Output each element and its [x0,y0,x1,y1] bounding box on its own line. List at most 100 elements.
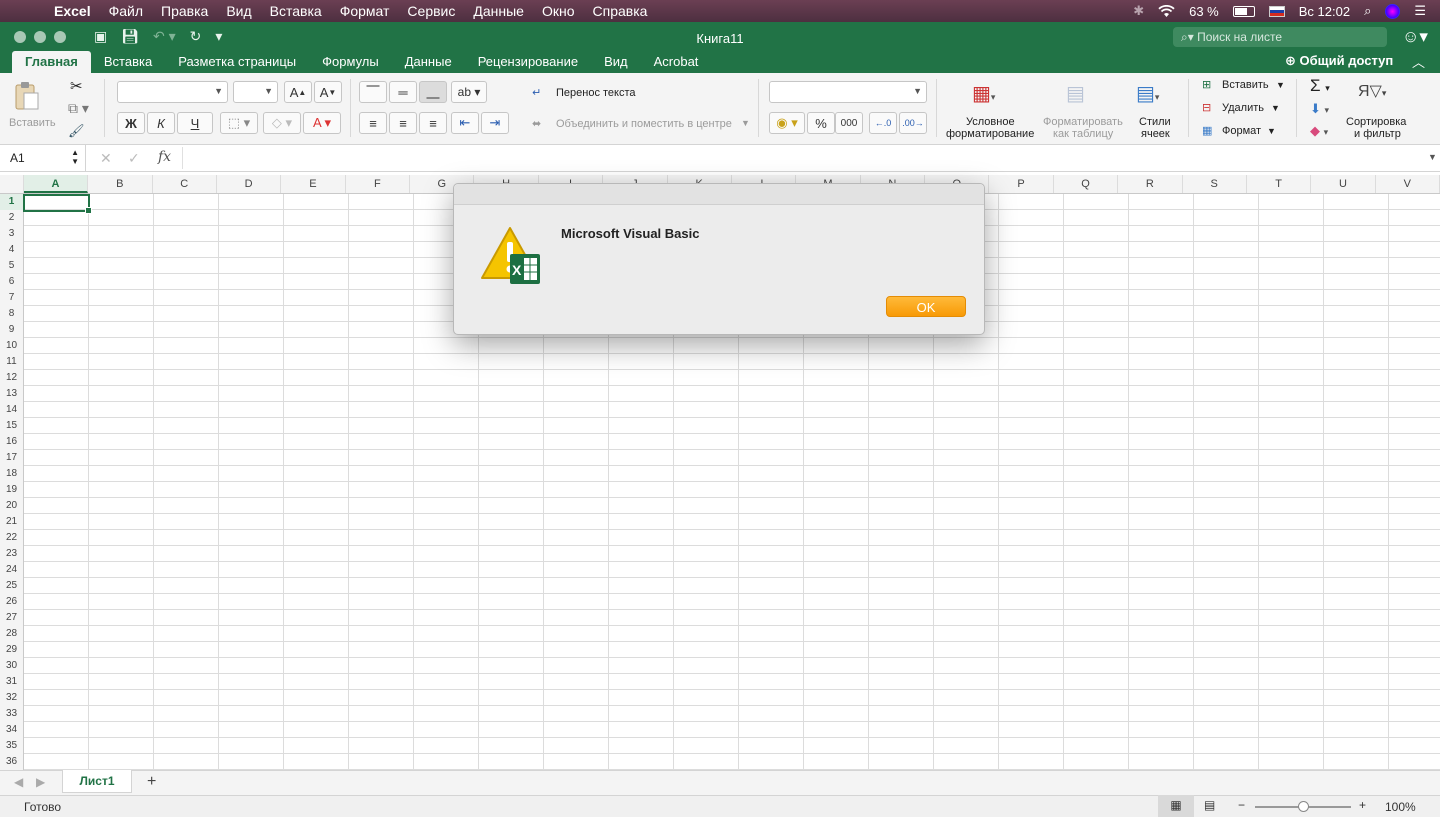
align-middle-button[interactable]: ═ [389,81,417,103]
wrap-text-button[interactable]: Перенос текста [556,87,636,99]
row-header-15[interactable]: 15 [0,418,23,434]
row-header-18[interactable]: 18 [0,466,23,482]
orientation-button[interactable]: ab ▾ [451,81,487,103]
menu-window[interactable]: Окно [533,3,584,19]
row-header-13[interactable]: 13 [0,386,23,402]
row-header-35[interactable]: 35 [0,738,23,754]
format-as-table-label-1[interactable]: Форматировать [1043,116,1123,128]
row-header-16[interactable]: 16 [0,434,23,450]
zoom-out-icon[interactable]: − [1238,798,1245,812]
row-header-2[interactable]: 2 [0,210,23,226]
align-bottom-button[interactable]: ⎽ [419,81,447,103]
format-cells-icon[interactable]: ▦ [1202,124,1212,137]
row-header-6[interactable]: 6 [0,274,23,290]
scroll-sheets-right-icon[interactable]: ▶ [36,775,45,789]
row-header-9[interactable]: 9 [0,322,23,338]
select-all-corner[interactable] [0,175,24,193]
column-header-v[interactable]: V [1376,175,1440,193]
zoom-in-icon[interactable]: + [1359,798,1366,812]
menu-data[interactable]: Данные [464,3,533,19]
menu-edit[interactable]: Правка [152,3,217,19]
percent-style-button[interactable]: % [807,112,835,134]
tab-insert[interactable]: Вставка [91,51,165,73]
menu-file[interactable]: Файл [100,3,152,19]
row-header-25[interactable]: 25 [0,578,23,594]
increase-decimal-button[interactable]: ←.0 [869,112,897,134]
delete-cells-button[interactable]: Удалить [1222,102,1264,114]
stepper-icon[interactable]: ▲ ▼ [71,148,79,166]
spotlight-search-icon[interactable]: ⌕ [1364,3,1371,19]
add-sheet-button[interactable]: + [147,773,156,791]
expand-formula-icon[interactable]: ▼ [1428,152,1437,162]
row-header-31[interactable]: 31 [0,674,23,690]
align-center-button[interactable]: ≡ [389,112,417,134]
row-header-28[interactable]: 28 [0,626,23,642]
row-header-23[interactable]: 23 [0,546,23,562]
zoom-slider-thumb[interactable] [1298,801,1309,812]
clock[interactable]: Вс 12:02 [1299,4,1350,19]
row-header-19[interactable]: 19 [0,482,23,498]
confirm-formula-icon[interactable]: ✓ [128,150,140,167]
siri-icon[interactable] [1385,3,1401,19]
decrease-indent-button[interactable]: ⇤ [451,112,479,134]
decrease-font-size-button[interactable]: A ▼ [314,81,342,103]
page-layout-view-icon[interactable]: ▤ [1204,798,1215,812]
name-box[interactable]: A1 ▲ ▼ [0,145,86,172]
row-header-36[interactable]: 36 [0,754,23,770]
active-cell-a1[interactable] [23,194,92,214]
ok-button[interactable]: OK [886,296,966,317]
row-header-26[interactable]: 26 [0,594,23,610]
zoom-level[interactable]: 100% [1385,800,1416,814]
row-header-22[interactable]: 22 [0,530,23,546]
row-header-24[interactable]: 24 [0,562,23,578]
tab-page-layout[interactable]: Разметка страницы [165,51,309,73]
cut-icon[interactable]: ✂ [70,77,83,95]
borders-button[interactable]: ⬚ ▾ [220,112,258,134]
bluetooth-icon[interactable]: ✱ [1133,3,1144,19]
column-header-d[interactable]: D [217,175,282,193]
row-header-7[interactable]: 7 [0,290,23,306]
row-header-8[interactable]: 8 [0,306,23,322]
row-header-14[interactable]: 14 [0,402,23,418]
sort-filter-label-2[interactable]: и фильтр [1354,128,1401,140]
clear-icon[interactable]: ◆ ▾ [1310,123,1328,139]
row-header-27[interactable]: 27 [0,610,23,626]
insert-cells-icon[interactable]: ⊞ [1202,78,1211,91]
input-source-flag-icon[interactable] [1268,5,1285,17]
row-header-10[interactable]: 10 [0,338,23,354]
menu-view[interactable]: Вид [217,3,260,19]
format-cells-button[interactable]: Формат [1222,125,1261,137]
menu-help[interactable]: Справка [584,3,657,19]
row-header-21[interactable]: 21 [0,514,23,530]
sort-filter-icon[interactable]: Я▽▾ [1358,81,1386,101]
align-top-button[interactable]: ⎺ [359,81,387,103]
delete-cells-icon[interactable]: ⊟ [1202,101,1211,114]
row-header-33[interactable]: 33 [0,706,23,722]
underline-button[interactable]: Ч [177,112,213,134]
column-header-t[interactable]: T [1247,175,1312,193]
italic-button[interactable]: К [147,112,175,134]
increase-indent-button[interactable]: ⇥ [481,112,509,134]
tab-review[interactable]: Рецензирование [465,51,591,73]
insert-cells-button[interactable]: Вставить [1222,79,1269,91]
row-header-32[interactable]: 32 [0,690,23,706]
cell-styles-label-1[interactable]: Стили [1139,116,1171,128]
row-header-3[interactable]: 3 [0,226,23,242]
row-header-12[interactable]: 12 [0,370,23,386]
menu-insert[interactable]: Вставка [261,3,331,19]
font-size-select[interactable]: ▼ [233,81,278,103]
copy-icon[interactable]: ⧉ ▾ [68,100,89,117]
cancel-formula-icon[interactable]: ✕ [100,150,112,167]
column-header-f[interactable]: F [346,175,411,193]
wrap-text-icon[interactable]: ↵ [532,86,541,99]
column-header-q[interactable]: Q [1054,175,1119,193]
format-painter-icon[interactable]: 🖌︎ [68,123,85,139]
feedback-smiley-icon[interactable]: ☺▾ [1402,27,1428,47]
fill-icon[interactable]: ⬇ ▾ [1310,101,1329,117]
column-header-c[interactable]: C [153,175,217,193]
column-header-a[interactable]: A [23,175,89,193]
row-header-30[interactable]: 30 [0,658,23,674]
column-header-s[interactable]: S [1183,175,1247,193]
normal-view-icon[interactable]: ▦ [1158,795,1194,817]
tab-data[interactable]: Данные [392,51,465,73]
